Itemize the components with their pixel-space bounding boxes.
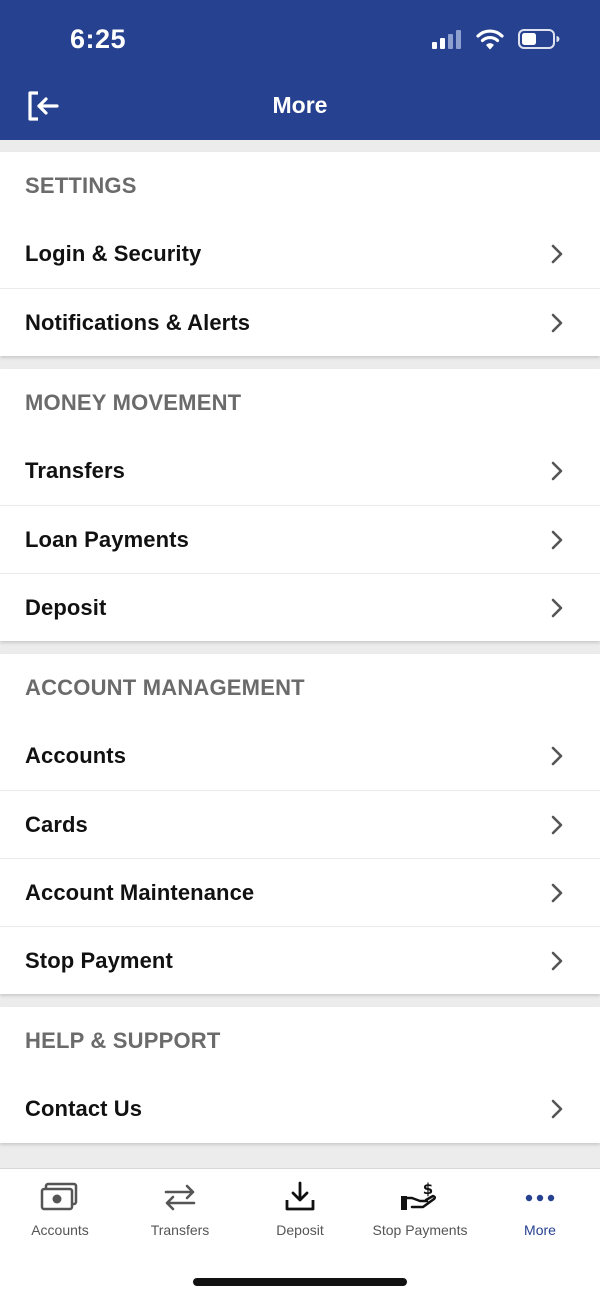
- menu-item-stop-payment[interactable]: Stop Payment: [0, 926, 600, 994]
- menu-item-login-security[interactable]: Login & Security: [0, 220, 600, 288]
- menu-item-transfers[interactable]: Transfers: [0, 437, 600, 505]
- menu-item-label: Notifications & Alerts: [25, 309, 251, 335]
- chevron-right-icon: [551, 244, 563, 264]
- menu-item-deposit[interactable]: Deposit: [0, 573, 600, 641]
- wifi-icon: [476, 29, 504, 50]
- chevron-right-icon: [551, 313, 563, 333]
- chevron-right-icon: [551, 598, 563, 618]
- tab-deposit[interactable]: Deposit: [240, 1181, 360, 1241]
- menu-item-label: Transfers: [25, 458, 125, 483]
- tab-transfers[interactable]: Transfers: [120, 1181, 240, 1241]
- transfers-icon: [164, 1184, 196, 1211]
- accounts-icon: [40, 1182, 78, 1211]
- section-title: HELP & SUPPORT: [25, 1028, 221, 1053]
- section-account-management: ACCOUNT MANAGEMENT Accounts Cards Accoun…: [0, 654, 600, 994]
- chevron-right-icon: [551, 1099, 563, 1119]
- chevron-right-icon: [551, 530, 563, 550]
- menu-item-label: Loan Payments: [25, 526, 189, 552]
- tab-label: Transfers: [150, 1222, 210, 1238]
- section-money-movement: MONEY MOVEMENT Transfers Loan Payments D…: [0, 369, 600, 641]
- section-title: MONEY MOVEMENT: [25, 390, 242, 415]
- app-header: 6:25 More: [0, 0, 600, 140]
- tab-stop-payments[interactable]: $ Stop Payments: [360, 1181, 480, 1241]
- chevron-right-icon: [551, 746, 563, 766]
- chevron-right-icon: [551, 883, 563, 903]
- menu-item-accounts[interactable]: Accounts: [0, 722, 600, 790]
- menu-item-label: Login & Security: [25, 241, 202, 266]
- deposit-icon: [285, 1181, 315, 1211]
- section-settings: SETTINGS Login & Security Notifications …: [0, 152, 600, 356]
- menu-item-label: Account Maintenance: [25, 879, 255, 905]
- section-title: ACCOUNT MANAGEMENT: [25, 675, 305, 700]
- chevron-right-icon: [551, 461, 563, 481]
- menu-item-contact-us[interactable]: Contact Us: [0, 1075, 600, 1143]
- signal-icon: [432, 30, 461, 49]
- page-title: More: [272, 92, 328, 118]
- menu-item-label: Cards: [25, 811, 88, 837]
- menu-item-cards[interactable]: Cards: [0, 790, 600, 858]
- menu-item-notifications-alerts[interactable]: Notifications & Alerts: [0, 288, 600, 356]
- stop-payments-icon: $: [401, 1181, 437, 1210]
- menu-item-label: Stop Payment: [25, 947, 173, 973]
- tab-label: Accounts: [31, 1222, 89, 1238]
- more-icon: [525, 1194, 555, 1202]
- tab-accounts[interactable]: Accounts: [0, 1181, 120, 1241]
- chevron-right-icon: [551, 815, 563, 835]
- menu-item-label: Contact Us: [25, 1096, 143, 1121]
- status-time: 6:25: [70, 24, 127, 54]
- section-title: SETTINGS: [25, 173, 137, 198]
- home-indicator[interactable]: [193, 1278, 407, 1286]
- status-icons: [432, 28, 560, 50]
- menu-item-loan-payments[interactable]: Loan Payments: [0, 505, 600, 573]
- tab-more[interactable]: More: [480, 1181, 600, 1241]
- menu-item-label: Accounts: [25, 743, 127, 768]
- menu-item-account-maintenance[interactable]: Account Maintenance: [0, 858, 600, 926]
- battery-icon: [518, 29, 560, 49]
- menu-item-label: Deposit: [25, 594, 107, 620]
- tab-label: Deposit: [276, 1222, 324, 1238]
- tab-label: Stop Payments: [372, 1222, 468, 1238]
- chevron-right-icon: [551, 951, 563, 971]
- section-help-support: HELP & SUPPORT Contact Us: [0, 1007, 600, 1143]
- tab-label: More: [524, 1222, 556, 1238]
